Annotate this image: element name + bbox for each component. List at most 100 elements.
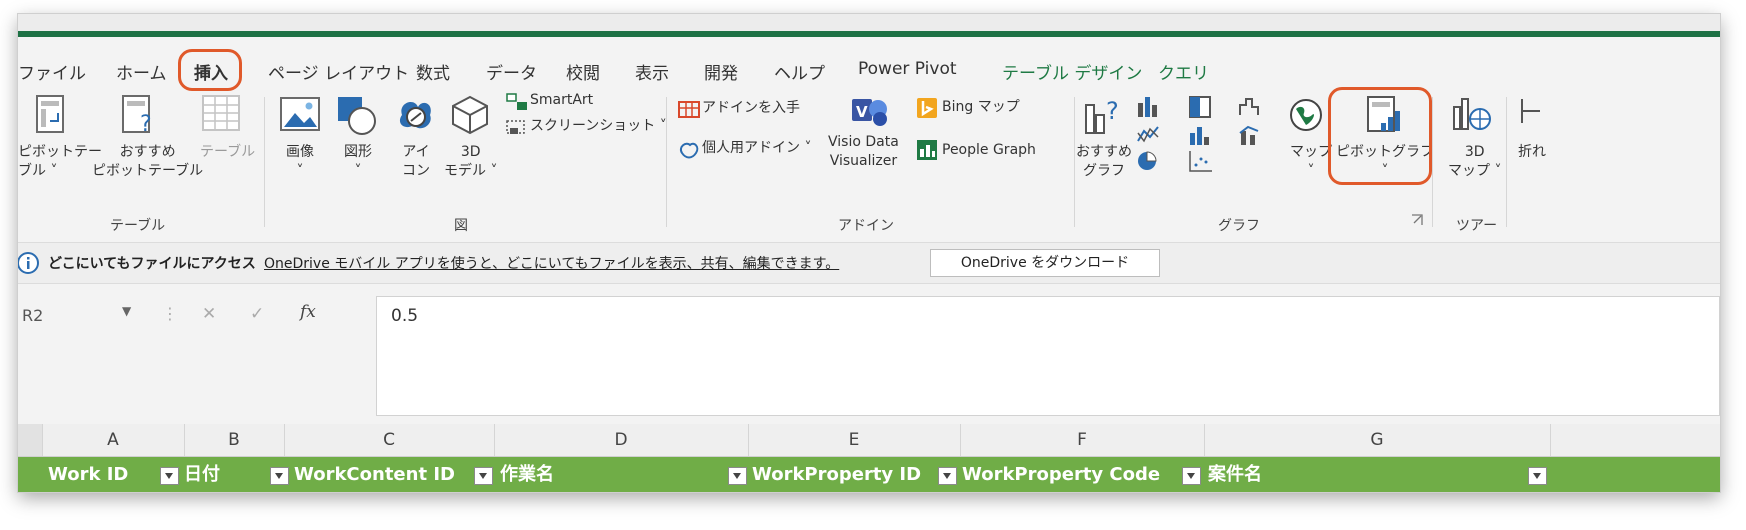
shapes-button[interactable]: 図形 ˅ xyxy=(344,143,372,181)
column-header-c[interactable]: C xyxy=(284,424,495,456)
header-date[interactable]: 日付 xyxy=(184,457,220,492)
tab-table-design[interactable]: テーブル デザイン xyxy=(1002,59,1142,84)
3d-map-icon xyxy=(1453,98,1491,130)
filter-dropdown-icon[interactable] xyxy=(474,467,493,485)
table-header-row: Work ID 日付 WorkContent ID 作業名 WorkProper… xyxy=(18,457,1720,492)
cancel-icon[interactable]: ✕ xyxy=(202,304,216,324)
message-title: どこにいてもファイルにアクセス xyxy=(48,256,256,272)
select-all-corner[interactable] xyxy=(18,424,43,456)
group-separator xyxy=(1432,97,1433,227)
tab-power-pivot[interactable]: Power Pivot xyxy=(858,59,957,79)
header-task-name[interactable]: 作業名 xyxy=(500,457,554,492)
group-label-tours: ツアー xyxy=(1456,218,1498,234)
tab-home[interactable]: ホーム xyxy=(116,59,167,84)
column-header-d[interactable]: D xyxy=(494,424,749,456)
map-chart-icon xyxy=(1290,99,1322,131)
column-chart-icon xyxy=(1138,97,1157,117)
pivot-table-icon xyxy=(36,95,64,133)
icons-button[interactable]: アイ コン xyxy=(402,143,430,181)
column-headers: A B C D E F G xyxy=(18,424,1720,457)
title-bar-accent xyxy=(18,31,1720,37)
formula-bar: R2 ▼ ⋮ ✕ ✓ fx 0.5 xyxy=(18,284,1720,422)
insert-function-icon[interactable]: fx xyxy=(300,302,316,322)
header-project-name[interactable]: 案件名 xyxy=(1208,457,1262,492)
group-separator xyxy=(264,97,265,227)
bing-map-button[interactable]: Bing マップ xyxy=(942,98,1020,117)
header-workproperty-id[interactable]: WorkProperty ID xyxy=(752,457,921,492)
tab-query[interactable]: クエリ xyxy=(1158,59,1209,84)
get-addins-button[interactable]: アドインを入手 xyxy=(702,99,800,118)
my-addins-button[interactable]: 個人用アドイン ˅ xyxy=(702,139,811,158)
highlight-pivot-chart xyxy=(1328,87,1432,185)
dialog-launcher-icon[interactable] xyxy=(1410,213,1424,227)
recommended-charts-button[interactable]: おすすめ グラフ xyxy=(1076,143,1132,181)
map-chart-button[interactable]: マップ ˅ xyxy=(1290,143,1332,181)
tab-developer[interactable]: 開発 xyxy=(704,59,738,84)
title-strip xyxy=(18,14,1720,31)
table-icon xyxy=(202,95,240,131)
table-button[interactable]: テーブル xyxy=(200,143,255,162)
column-header-g[interactable]: G xyxy=(1204,424,1551,456)
filter-dropdown-icon[interactable] xyxy=(270,467,289,485)
svg-text:?: ? xyxy=(1106,97,1119,125)
screenshot-button[interactable]: スクリーンショット ˅ xyxy=(530,117,667,136)
hierarchy-chart-icon xyxy=(1189,96,1211,118)
filter-dropdown-icon[interactable] xyxy=(1182,467,1201,485)
highlight-insert-tab xyxy=(178,49,242,91)
combo-chart-icon xyxy=(1239,125,1259,145)
pivot-table-button[interactable]: ピボットテー ブル ˅ xyxy=(18,143,102,181)
ribbon-tabs: ファイル ホーム 挿入 ページ レイアウト 数式 データ 校閲 表示 開発 ヘル… xyxy=(18,49,1720,91)
filter-applied-icon[interactable] xyxy=(1528,467,1547,485)
filter-dropdown-icon[interactable] xyxy=(938,467,957,485)
tab-data[interactable]: データ xyxy=(486,59,537,84)
shapes-icon xyxy=(338,97,376,135)
column-header-a[interactable]: A xyxy=(42,424,185,456)
3d-model-icon xyxy=(452,95,488,135)
recommended-pivot-button[interactable]: おすすめ ピボットテーブル xyxy=(92,143,203,181)
pie-chart-icon xyxy=(1138,151,1157,170)
group-label-charts: グラフ xyxy=(1218,218,1260,234)
ribbon: ピボットテー ブル ˅ ? おすすめ ピボットテーブル テーブル テーブル 画像… xyxy=(18,87,1720,242)
my-addins-icon xyxy=(680,142,699,159)
name-box-value: R2 xyxy=(22,306,44,325)
3d-models-button[interactable]: 3D モデル ˅ xyxy=(444,143,497,181)
tab-formulas[interactable]: 数式 xyxy=(416,59,450,84)
onedrive-download-button[interactable]: OneDrive をダウンロード xyxy=(930,249,1160,277)
enter-icon[interactable]: ✓ xyxy=(250,304,264,324)
chevron-down-icon[interactable]: ▼ xyxy=(122,304,131,318)
3d-map-button[interactable]: 3D マップ ˅ xyxy=(1448,143,1501,181)
group-label-table: テーブル xyxy=(110,218,166,234)
column-header-e[interactable]: E xyxy=(748,424,961,456)
visio-data-visualizer-button[interactable]: Visio Data Visualizer xyxy=(828,133,899,171)
header-workcontent-id[interactable]: WorkContent ID xyxy=(294,457,455,492)
tab-view[interactable]: 表示 xyxy=(635,59,669,84)
formula-input[interactable]: 0.5 xyxy=(376,296,1720,416)
smartart-button[interactable]: SmartArt xyxy=(530,91,593,110)
tab-page-layout[interactable]: ページ レイアウト xyxy=(268,59,409,84)
recommended-pivot-icon: ? xyxy=(122,95,152,135)
screenshot-icon xyxy=(506,120,525,134)
line-chart-icon xyxy=(1137,126,1159,143)
people-graph-button[interactable]: People Graph xyxy=(942,141,1036,160)
tab-help[interactable]: ヘルプ xyxy=(774,59,825,84)
filter-dropdown-icon[interactable] xyxy=(160,467,179,485)
message-text-link[interactable]: OneDrive モバイル アプリを使うと、どこにいてもファイルを表示、共有、編… xyxy=(264,253,839,273)
tab-review[interactable]: 校閲 xyxy=(566,59,600,84)
scatter-chart-icon xyxy=(1189,151,1212,172)
name-box[interactable]: R2 ▼ xyxy=(18,302,166,332)
image-icon xyxy=(280,97,320,131)
column-header-b[interactable]: B xyxy=(184,424,285,456)
smartart-icon xyxy=(506,93,527,110)
waterfall-chart-icon xyxy=(1239,98,1259,115)
icons-icon xyxy=(399,101,431,129)
filter-dropdown-icon[interactable] xyxy=(728,467,747,485)
sparkline-line-button[interactable]: 折れ xyxy=(1518,143,1546,162)
header-workproperty-code[interactable]: WorkProperty Code xyxy=(962,457,1160,492)
sparkline-line-icon xyxy=(1521,99,1540,123)
tab-file[interactable]: ファイル xyxy=(18,59,86,84)
header-work-id[interactable]: Work ID xyxy=(48,457,128,492)
message-bar: どこにいてもファイルにアクセス OneDrive モバイル アプリを使うと、どこ… xyxy=(18,242,1720,284)
image-button[interactable]: 画像 ˅ xyxy=(286,143,314,181)
excel-window: ファイル ホーム 挿入 ページ レイアウト 数式 データ 校閲 表示 開発 ヘル… xyxy=(18,14,1720,492)
column-header-f[interactable]: F xyxy=(960,424,1205,456)
